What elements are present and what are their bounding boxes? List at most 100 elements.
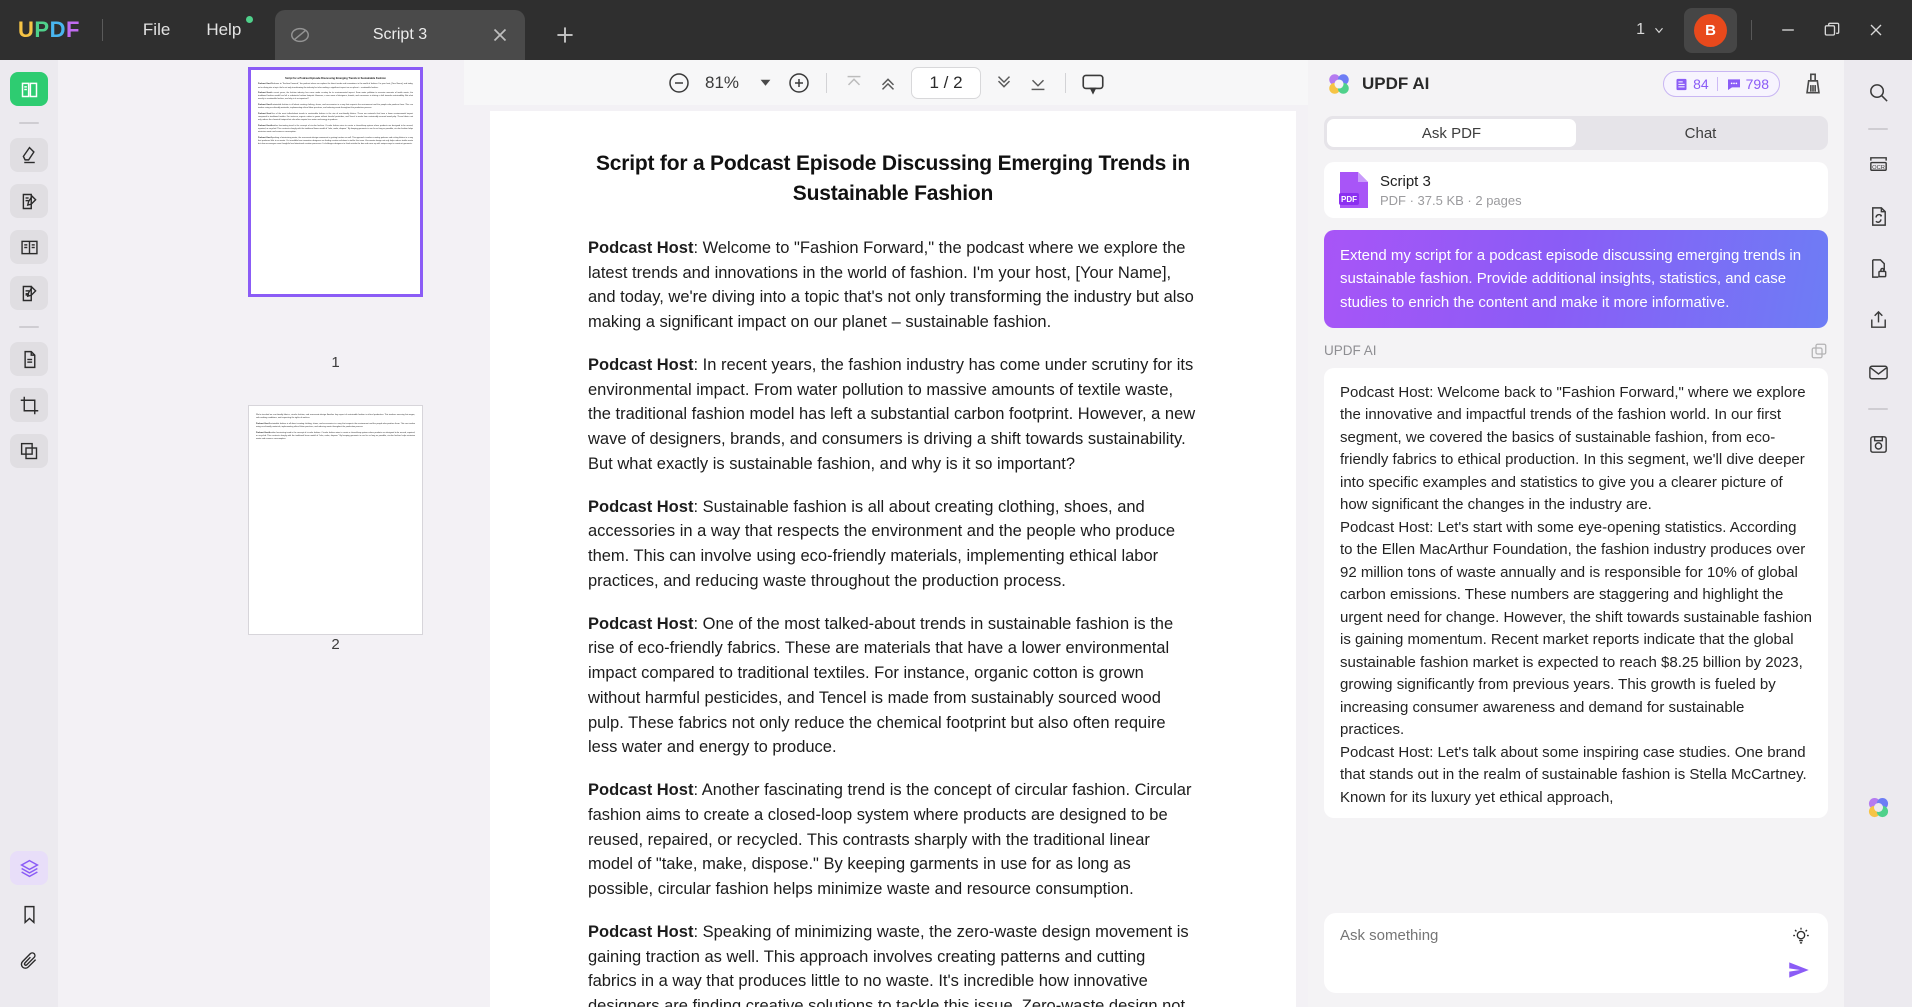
first-page-button[interactable] xyxy=(837,66,871,100)
thumbnail-page-1[interactable]: Script for a Podcast Episode Discussing … xyxy=(248,67,423,297)
sidebar-item-form[interactable] xyxy=(10,230,48,264)
prev-page-icon xyxy=(881,77,895,90)
ai-panel-title: UPDF AI xyxy=(1362,74,1430,93)
tab-ask-pdf[interactable]: Ask PDF xyxy=(1327,119,1576,147)
last-page-button[interactable] xyxy=(1021,66,1055,100)
presentation-button[interactable] xyxy=(1076,66,1110,100)
new-tab-icon[interactable] xyxy=(552,22,578,48)
prev-page-button[interactable] xyxy=(871,66,905,100)
chevron-down-icon xyxy=(1655,27,1663,34)
document-viewer[interactable]: Script for a Podcast Episode Discussing … xyxy=(464,105,1308,1007)
pdf-page-1: Script for a Podcast Episode Discussing … xyxy=(490,111,1296,1007)
sidebar-item-edit-pdf[interactable] xyxy=(10,184,48,218)
pdf-file-icon: PDF xyxy=(1339,172,1368,208)
rail-divider xyxy=(1868,408,1888,410)
sidebar-item-layers[interactable] xyxy=(10,851,48,885)
reader-icon xyxy=(21,82,37,97)
sidebar-item-organize-pages[interactable] xyxy=(10,342,48,376)
zoom-in-button[interactable] xyxy=(782,66,816,100)
zoom-out-icon xyxy=(669,72,689,93)
thumb-body: Welcome to "Fashion Forward," the podcas… xyxy=(258,83,413,89)
sidebar-item-protect[interactable] xyxy=(1858,248,1898,288)
lightbulb-icon[interactable] xyxy=(1790,925,1812,947)
ai-input-container[interactable] xyxy=(1324,913,1828,993)
logo-letter-f: F xyxy=(65,17,80,42)
doc-credit: 84 xyxy=(1674,76,1709,92)
paragraph-text: One of the most talked-about trends in s… xyxy=(588,614,1174,757)
copy-icon[interactable] xyxy=(1810,342,1828,360)
sidebar-item-ocr[interactable]: OCR xyxy=(1858,144,1898,184)
ai-panel: UPDF AI 84 798 Ask PDF Chat PDF Script 3… xyxy=(1308,60,1844,1007)
zoom-dropdown-button[interactable] xyxy=(748,66,782,100)
page-indicator[interactable]: 1 / 2 xyxy=(911,66,981,99)
maximize-button[interactable] xyxy=(1810,10,1854,50)
save-icon xyxy=(1869,435,1887,453)
close-window-button[interactable] xyxy=(1854,10,1898,50)
speaker-label: Podcast Host xyxy=(588,497,694,516)
menu-help[interactable]: Help xyxy=(188,14,259,46)
close-icon xyxy=(1870,24,1882,36)
ai-conversation[interactable]: PDF Script 3 PDF · 37.5 KB · 2 pages Ext… xyxy=(1308,150,1844,913)
minimize-button[interactable] xyxy=(1766,10,1810,50)
ai-credits-badge[interactable]: 84 798 xyxy=(1663,71,1780,97)
thumbnail-page-2[interactable]: We've touched on eco-friendly fabrics, c… xyxy=(248,405,423,635)
sidebar-item-attachment[interactable] xyxy=(10,943,48,977)
sidebar-item-crop[interactable] xyxy=(10,388,48,422)
sidebar-item-bookmark[interactable] xyxy=(10,897,48,931)
window-count-selector[interactable]: 1 xyxy=(1628,15,1674,45)
sidebar-item-share[interactable] xyxy=(1858,300,1898,340)
zoom-out-button[interactable] xyxy=(662,66,696,100)
ask-something-input[interactable] xyxy=(1340,927,1760,944)
toolbar-divider xyxy=(826,72,827,93)
window-count-label: 1 xyxy=(1636,21,1645,38)
document-toolbar: 81% 1 / 2 xyxy=(464,60,1308,105)
thumb-paragraph: Podcast HostWelcome to "Fashion Forward,… xyxy=(251,83,420,89)
thumbnail-panel[interactable]: Script for a Podcast Episode Discussing … xyxy=(58,60,464,1007)
sidebar-item-save[interactable] xyxy=(1858,424,1898,464)
sidebar-item-highlight[interactable] xyxy=(10,138,48,172)
send-icon[interactable] xyxy=(1786,957,1812,983)
close-icon[interactable] xyxy=(489,24,511,46)
window-controls-divider xyxy=(1751,20,1752,40)
thumb-body: Sustainable fashion is all about creatin… xyxy=(258,104,414,110)
zoom-level-label[interactable]: 81% xyxy=(696,73,748,93)
sidebar-item-reader[interactable] xyxy=(10,72,48,106)
sidebar-item-convert[interactable] xyxy=(1858,196,1898,236)
document-tab[interactable]: Script 3 xyxy=(275,10,525,60)
document-paragraph: Podcast Host: One of the most talked-abo… xyxy=(588,614,1174,757)
left-tool-rail xyxy=(0,60,58,1007)
thumb-paragraph: We've touched on eco-friendly fabrics, c… xyxy=(249,414,422,420)
bookmark-icon xyxy=(23,905,35,924)
ai-assistant-icon xyxy=(1868,797,1888,817)
tab-chat[interactable]: Chat xyxy=(1576,119,1825,147)
thumbnail-label-1: 1 xyxy=(331,354,340,371)
thumb-body: Sustainable fashion is all about creatin… xyxy=(256,422,416,428)
right-tool-rail: OCR xyxy=(1844,60,1912,1007)
layers-icon xyxy=(19,859,39,877)
attached-document-card[interactable]: PDF Script 3 PDF · 37.5 KB · 2 pages xyxy=(1324,162,1828,218)
title-bar-left: UPDF File Help xyxy=(0,0,259,60)
account-button[interactable]: B xyxy=(1684,7,1737,53)
broom-icon[interactable] xyxy=(1800,71,1826,97)
title-bar-right: 1 B xyxy=(1628,0,1912,60)
menu-file[interactable]: File xyxy=(125,14,188,46)
speaker-label: Podcast Host xyxy=(588,614,694,633)
chat-credit: 798 xyxy=(1726,76,1769,92)
sidebar-item-compare[interactable] xyxy=(10,434,48,468)
sidebar-item-ai-assistant[interactable] xyxy=(1858,787,1898,827)
updf-logo: UPDF xyxy=(18,17,80,43)
logo-letter-p: P xyxy=(34,17,50,42)
thumb-speaker: Podcast Host xyxy=(258,136,271,139)
thumb-speaker: Podcast Host xyxy=(258,83,271,86)
thumb-speaker: Podcast Host xyxy=(258,92,272,95)
thumb-body: In recent years, the fashion industry ha… xyxy=(258,92,413,101)
sidebar-item-comment[interactable] xyxy=(10,276,48,310)
attachment-icon xyxy=(20,951,36,969)
updf-application-window: UPDF File Help Script 3 1 B Script for a… xyxy=(0,0,1912,1007)
next-page-button[interactable] xyxy=(987,66,1021,100)
sidebar-item-email[interactable] xyxy=(1858,352,1898,392)
ai-answer-header: UPDF AI xyxy=(1324,340,1828,362)
sidebar-item-search[interactable] xyxy=(1858,72,1898,112)
protect-icon xyxy=(1871,258,1886,278)
attached-document-meta: PDF · 37.5 KB · 2 pages xyxy=(1380,192,1522,208)
